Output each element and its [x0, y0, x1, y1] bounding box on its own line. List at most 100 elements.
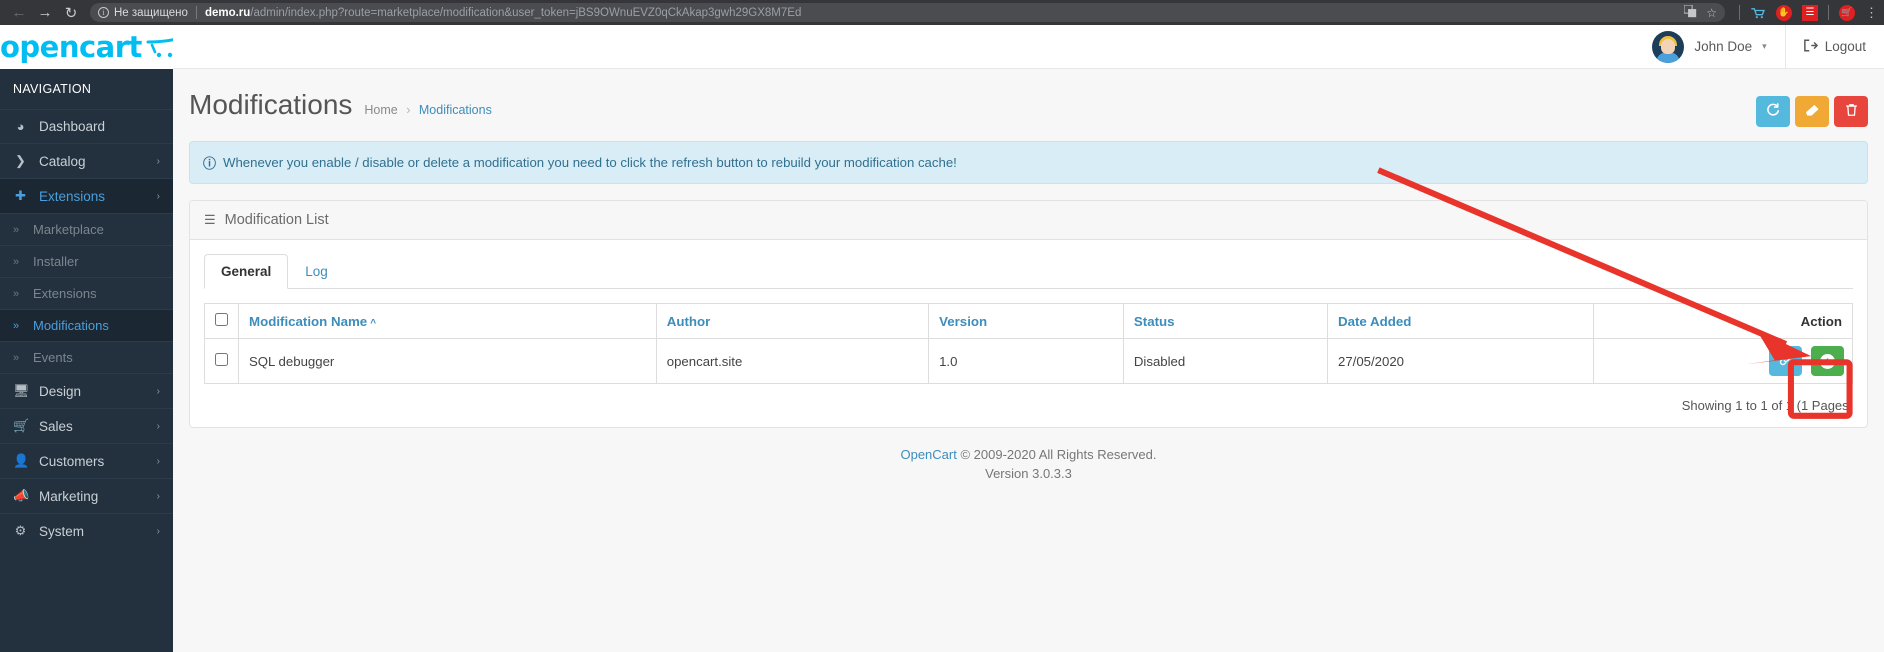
brand-name: opencart	[0, 30, 142, 64]
monitor-icon: 🖥	[13, 383, 30, 398]
panel-title: Modification List	[224, 212, 329, 228]
link-button[interactable]	[1769, 346, 1803, 376]
chevron-double-icon: »	[13, 351, 20, 364]
sidebar-item-label: Extensions	[39, 188, 106, 204]
url-text: demo.ru/admin/index.php?route=marketplac…	[205, 7, 801, 19]
chevron-right-icon: ›	[156, 155, 160, 167]
opencart-link[interactable]: OpenCart	[900, 447, 956, 462]
chevron-right-icon: ›	[156, 455, 160, 467]
sidebar-item-label: System	[39, 523, 85, 539]
security-status-label: Не защищено	[114, 6, 188, 19]
tab-log[interactable]: Log	[288, 254, 345, 289]
modification-list-panel: ☰ Modification List General Log Modifica…	[189, 200, 1868, 428]
kebab-menu-icon[interactable]: ⋮	[1865, 6, 1878, 19]
sidebar-item-label: Customers	[39, 453, 105, 469]
translate-icon[interactable]	[1683, 4, 1697, 21]
sidebar-item-installer[interactable]: » Installer	[0, 245, 173, 277]
reload-icon[interactable]: ↻	[58, 3, 84, 23]
sidebar-item-label: Catalog	[39, 153, 86, 169]
sidebar-item-label: Sales	[39, 418, 73, 434]
sidebar-item-label: Modifications	[33, 318, 109, 333]
sidebar-item-modifications[interactable]: » Modifications	[0, 309, 173, 341]
chevron-double-icon: »	[13, 223, 20, 236]
sidebar-item-marketplace[interactable]: » Marketplace	[0, 213, 173, 245]
bookmark-star-icon[interactable]: ☆	[1706, 6, 1717, 20]
sidebar-item-marketing[interactable]: 📣 Marketing ›	[0, 478, 173, 513]
forward-icon[interactable]: →	[32, 3, 58, 23]
column-modification-name[interactable]: Modification Name ^	[238, 303, 657, 339]
hand-stop-icon[interactable]: ✋	[1776, 4, 1792, 21]
chevron-right-icon: ›	[156, 420, 160, 432]
sidebar-item-label: Installer	[33, 254, 79, 269]
select-all-header	[204, 303, 239, 339]
page-actions	[1756, 91, 1868, 127]
panel-body: General Log Modification Name ^ Author V…	[190, 240, 1867, 427]
tab-general[interactable]: General	[204, 254, 289, 289]
sidebar-header: NAVIGATION	[0, 69, 173, 109]
sidebar-item-extensions[interactable]: ✚ Extensions ›	[0, 178, 173, 213]
user-icon: 👤	[13, 453, 30, 468]
clear-button[interactable]	[1795, 96, 1829, 127]
cell-status: Disabled	[1122, 338, 1328, 384]
row-select-cell	[204, 338, 239, 384]
page-header: Modifications Home › Modifications	[189, 69, 1868, 141]
user-name-label: John Doe	[1694, 39, 1753, 54]
cart-icon: 🛒	[13, 418, 30, 433]
list-icon: ☰	[204, 212, 216, 227]
footer-version: Version 3.0.3.3	[985, 465, 1072, 481]
extension-icons: ✋ ☰ 🛒 ⋮	[1739, 4, 1878, 21]
red-layers-icon[interactable]: ☰	[1802, 4, 1818, 21]
catalog-icon: ❯	[15, 153, 26, 168]
sidebar-item-dashboard[interactable]: ◕ Dashboard	[0, 109, 173, 143]
sidebar-item-extensions-sub[interactable]: » Extensions	[0, 277, 173, 309]
cell-actions: +	[1593, 338, 1853, 384]
column-version[interactable]: Version	[928, 303, 1124, 339]
address-bar[interactable]: i Не защищено demo.ru/admin/index.php?ro…	[90, 3, 1725, 22]
column-author[interactable]: Author	[655, 303, 930, 339]
chevron-double-icon: »	[13, 287, 20, 300]
sidebar-item-customers[interactable]: 👤 Customers ›	[0, 443, 173, 478]
user-menu[interactable]: John Doe ▾	[1634, 30, 1784, 63]
cart-outline-icon[interactable]	[1750, 5, 1766, 21]
gear-icon: ⚙	[14, 523, 27, 538]
breadcrumb: Home › Modifications	[364, 91, 491, 117]
back-icon[interactable]: ←	[6, 3, 32, 23]
sidebar-item-design[interactable]: 🖥 Design ›	[0, 373, 173, 408]
refresh-button[interactable]	[1756, 96, 1790, 127]
column-status[interactable]: Status	[1122, 303, 1328, 339]
row-checkbox[interactable]	[215, 353, 228, 366]
enable-button[interactable]: +	[1811, 346, 1844, 376]
cell-date-added: 27/05/2020	[1326, 338, 1595, 384]
dashboard-icon: ◕	[16, 119, 25, 134]
info-icon: ⓘ	[203, 156, 217, 171]
delete-button[interactable]	[1834, 96, 1868, 127]
trash-icon	[1845, 103, 1858, 120]
modification-table: Modification Name ^ Author Version Status…	[204, 303, 1853, 384]
brand-logo[interactable]: opencart	[0, 25, 173, 69]
sidebar-item-system[interactable]: ⚙ System ›	[0, 513, 173, 548]
breadcrumb-modifications[interactable]: Modifications	[419, 103, 492, 117]
sidebar: opencart NAVIGATION ◕ Dashboard ❯ Catalo…	[0, 25, 173, 652]
table-header-row: Modification Name ^ Author Version Status…	[204, 303, 1853, 339]
chevron-down-icon: ▾	[1762, 41, 1767, 51]
sidebar-item-events[interactable]: » Events	[0, 341, 173, 373]
sort-asc-icon: ^	[370, 317, 377, 329]
toolbar-separator-2	[1828, 5, 1829, 20]
breadcrumb-home[interactable]: Home	[364, 103, 397, 117]
shopping-cart-icon[interactable]: 🛒	[1839, 4, 1855, 21]
info-icon[interactable]: i	[98, 7, 109, 18]
info-alert: ⓘ Whenever you enable / disable or delet…	[189, 141, 1868, 184]
sidebar-item-label: Design	[39, 383, 82, 399]
page-title: Modifications	[189, 89, 353, 120]
url-host: demo.ru	[204, 6, 251, 19]
chevron-double-icon: »	[13, 319, 20, 332]
select-all-checkbox[interactable]	[215, 313, 228, 326]
column-action: Action	[1593, 303, 1853, 339]
plus-icon: +	[1820, 353, 1835, 369]
column-date-added[interactable]: Date Added	[1326, 303, 1595, 339]
logout-button[interactable]: Logout	[1786, 39, 1866, 55]
chevron-right-icon: ›	[156, 385, 160, 397]
chevron-right-icon: ›	[156, 490, 160, 502]
sidebar-item-catalog[interactable]: ❯ Catalog ›	[0, 143, 173, 178]
sidebar-item-sales[interactable]: 🛒 Sales ›	[0, 408, 173, 443]
